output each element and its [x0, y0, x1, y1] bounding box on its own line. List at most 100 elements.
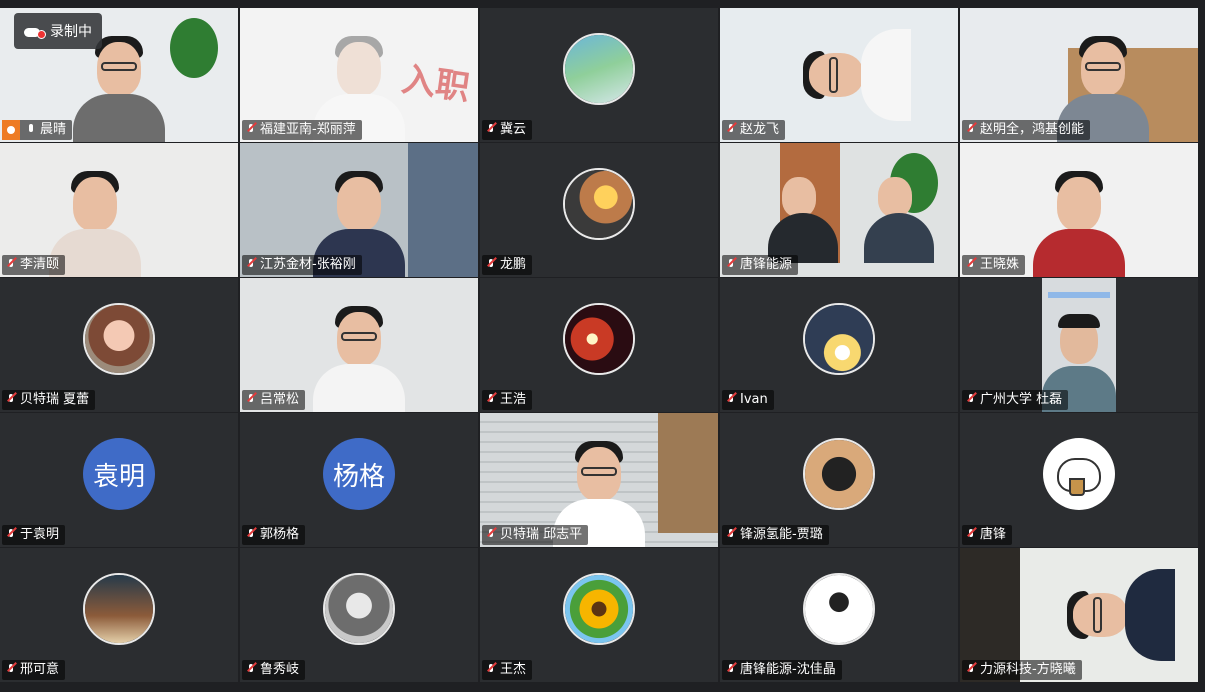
participant-tile[interactable]: 入职 福建亚南-郑丽萍 [240, 8, 478, 142]
participant-name: 贝特瑞 邱志平 [500, 527, 583, 542]
mic-muted-icon [726, 394, 736, 406]
recording-indicator[interactable]: 录制中 [14, 13, 102, 49]
participant-nameplate: 唐锋能源-沈佳晶 [722, 660, 842, 680]
mic-muted-icon [726, 529, 736, 541]
participant-tile[interactable]: 广州大学 杜磊 [960, 278, 1198, 412]
mic-muted-icon [966, 124, 976, 136]
mic-muted-icon [726, 259, 736, 271]
participant-name: 王浩 [500, 392, 527, 407]
participant-avatar [83, 573, 155, 645]
mic-muted-icon [726, 124, 736, 136]
participant-tile[interactable]: 冀云 [480, 8, 718, 142]
participant-video [1033, 167, 1125, 277]
participant-name: Ivan [740, 392, 768, 407]
participant-name: 李清颐 [20, 257, 60, 272]
participant-tile[interactable]: 江苏金材-张裕刚 [240, 143, 478, 277]
participant-tile[interactable]: Ivan [720, 278, 958, 412]
participant-avatar [563, 168, 635, 240]
participant-nameplate: 王浩 [482, 390, 533, 410]
participant-nameplate: 赵明全，鸿基创能 [962, 120, 1091, 140]
participant-video [1033, 559, 1175, 671]
participant-tile[interactable]: 龙鹏 [480, 143, 718, 277]
participant-tile[interactable]: 李清颐 [0, 143, 238, 277]
participant-avatar [83, 303, 155, 375]
participant-nameplate: 李清颐 [2, 255, 66, 275]
participant-tile[interactable]: 锋源氢能-贾璐 [720, 413, 958, 547]
participant-name: 锋源氢能-贾璐 [740, 527, 823, 542]
participant-nameplate: 贝特瑞 邱志平 [482, 525, 589, 545]
participant-tile[interactable]: 袁明 于袁明 [0, 413, 238, 547]
participant-name: 力源科技-方晓曦 [980, 662, 1076, 677]
background-decoration: 入职 [399, 59, 472, 109]
participant-tile[interactable]: 吕常松 [240, 278, 478, 412]
participant-name: 唐锋 [980, 527, 1007, 542]
participant-tile[interactable]: 赵明全，鸿基创能 [960, 8, 1198, 142]
participant-name: 赵龙飞 [740, 122, 780, 137]
participant-tile[interactable]: 王浩 [480, 278, 718, 412]
mic-muted-icon [6, 259, 16, 271]
window-background [408, 143, 478, 277]
participant-name: 鲁秀岐 [260, 662, 300, 677]
participant-name: 吕常松 [260, 392, 300, 407]
participant-nameplate: 力源科技-方晓曦 [962, 660, 1082, 680]
participant-nameplate: 贝特瑞 夏蕾 [2, 390, 96, 410]
mic-muted-icon [486, 394, 496, 406]
mic-muted-icon [966, 529, 976, 541]
mic-muted-icon [966, 394, 976, 406]
participant-nameplate: 于袁明 [2, 525, 66, 545]
mic-muted-icon [966, 664, 976, 676]
participant-tile[interactable]: 邢可意 [0, 548, 238, 682]
participant-name: 贝特瑞 夏蕾 [20, 392, 90, 407]
participant-name: 唐锋能源 [740, 257, 793, 272]
cloud-record-icon [24, 25, 46, 39]
participant-avatar [803, 573, 875, 645]
participant-name: 邢可意 [20, 662, 60, 677]
participant-video [769, 19, 911, 131]
participant-avatar [803, 438, 875, 510]
participant-tile[interactable]: 王杰 [480, 548, 718, 682]
host-icon [2, 120, 20, 140]
participant-avatar [563, 33, 635, 105]
door-background [658, 413, 718, 533]
participant-tile[interactable]: 鲁秀岐 [240, 548, 478, 682]
mic-muted-icon [246, 124, 256, 136]
participant-tile[interactable]: 王晓姝 [960, 143, 1198, 277]
participant-tile[interactable]: 唐锋能源 [720, 143, 958, 277]
participant-name: 于袁明 [20, 527, 60, 542]
participant-avatar [803, 303, 875, 375]
participant-name: 冀云 [500, 122, 527, 137]
participant-nameplate: 吕常松 [242, 390, 306, 410]
recording-label: 录制中 [50, 24, 92, 40]
participant-nameplate: 唐锋能源 [722, 255, 799, 275]
plant-background [170, 18, 218, 78]
participant-tile[interactable]: 贝特瑞 夏蕾 [0, 278, 238, 412]
participant-name: 广州大学 杜磊 [980, 392, 1063, 407]
participant-video [863, 167, 934, 277]
participant-tile[interactable]: 唐锋 [960, 413, 1198, 547]
mic-muted-icon [486, 529, 496, 541]
participant-tile[interactable]: 赵龙飞 [720, 8, 958, 142]
participant-text-avatar: 袁明 [83, 438, 155, 510]
participant-name: 龙鹏 [500, 257, 527, 272]
participant-avatar [563, 303, 635, 375]
participant-tile[interactable]: 唐锋能源-沈佳晶 [720, 548, 958, 682]
participant-tile[interactable]: 力源科技-方晓曦 [960, 548, 1198, 682]
mic-muted-icon [246, 529, 256, 541]
mic-muted-icon [486, 664, 496, 676]
participant-avatar [563, 573, 635, 645]
participant-nameplate: 龙鹏 [482, 255, 533, 275]
mic-muted-icon [246, 664, 256, 676]
mic-muted-icon [726, 664, 736, 676]
participant-tile[interactable]: 杨格 郭杨格 [240, 413, 478, 547]
mic-muted-icon [6, 529, 16, 541]
participant-nameplate: 王杰 [482, 660, 533, 680]
participant-tile[interactable]: 贝特瑞 邱志平 [480, 413, 718, 547]
participant-nameplate: 福建亚南-郑丽萍 [242, 120, 362, 140]
participant-video [313, 302, 405, 412]
participant-nameplate: 晨晴 [2, 120, 73, 140]
participant-nameplate: 江苏金材-张裕刚 [242, 255, 362, 275]
participant-nameplate: Ivan [722, 390, 774, 410]
mic-muted-icon [6, 664, 16, 676]
participant-avatar [323, 573, 395, 645]
mic-muted-icon [246, 394, 256, 406]
